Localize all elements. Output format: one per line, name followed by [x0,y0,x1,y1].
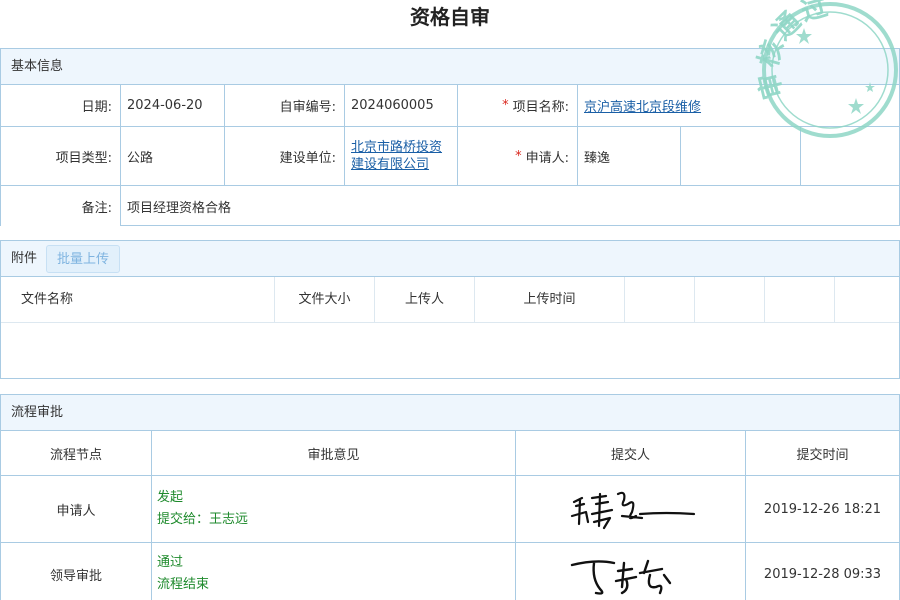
builder-label: 建设单位: [225,127,345,185]
basic-info-row-1: 日期: 2024-06-20 自审编号: 2024060005 * 项目名称: … [1,85,899,127]
date-label: 日期: [1,85,121,126]
project-name-cell: 京沪高速北京段维修 [578,85,778,126]
builder-link[interactable]: 北京市路桥投资建设有限公司 [351,139,451,173]
signature-image-2 [570,559,671,595]
required-mark: * [515,148,522,164]
submit-time: 2019-12-28 09:33 [763,566,882,582]
flow-node: 领导审批 [1,543,152,600]
opinion-line: 提交给：王志远 [157,512,249,527]
col-upload-time: 上传时间 [475,277,625,323]
code-value: 2024060005 [345,85,458,126]
remark-label: 备注: [1,186,121,226]
attachments-title: 附件 [11,251,38,266]
col-file-size: 文件大小 [275,277,375,323]
project-type-label: 项目类型: [1,127,121,185]
empty-cell [681,127,801,185]
attachments-header: 附件 [1,241,899,277]
page-title: 资格自审 [410,5,490,29]
col-empty-3 [765,277,835,323]
signature-image-1 [570,491,695,530]
approval-flow-header: 流程审批 [1,395,899,431]
project-name-label-text: 项目名称: [512,100,569,115]
applicant-value: 臻逸 [578,127,681,185]
basic-info-header: 基本信息 [1,49,899,85]
table-row: 领导审批 通过 流程结束 2019-12-28 09:33 [1,543,899,600]
attachments-table-header: 文件名称 文件大小 上传人 上传时间 [1,277,899,323]
approval-flow-section: 流程审批 流程节点 审批意见 提交人 提交时间 申请人 发起 提交给：王志远 2 [0,394,900,600]
col-opinion: 审批意见 [152,431,516,475]
project-name-link[interactable]: 京沪高速北京段维修 [584,96,701,115]
col-flow-node: 流程节点 [1,431,152,475]
flow-table-header: 流程节点 审批意见 提交人 提交时间 [1,431,899,476]
col-submitter: 提交人 [516,431,746,475]
basic-info-row-3: 备注: 项目经理资格合格 [1,186,899,226]
submitter-signature [516,543,746,600]
basic-info-section: 基本信息 日期: 2024-06-20 自审编号: 2024060005 * 项… [0,48,900,226]
date-value: 2024-06-20 [121,85,225,126]
project-name-label: * 项目名称: [458,85,578,126]
col-submit-time: 提交时间 [796,447,849,463]
col-file-name: 文件名称 [1,277,275,323]
attachments-section: 附件 批量上传 文件名称 文件大小 上传人 上传时间 [0,240,900,379]
opinion-line: 通过 [157,555,184,570]
submitter-signature [516,476,746,542]
opinion-line: 发起 [157,490,184,505]
remark-value: 项目经理资格合格 [127,200,232,216]
submit-time: 2019-12-26 18:21 [763,501,882,517]
col-empty-2 [695,277,765,323]
code-label: 自审编号: [225,85,345,126]
col-uploader: 上传人 [375,277,475,323]
basic-info-row-2: 项目类型: 公路 建设单位: 北京市路桥投资建设有限公司 * 申请人: 臻逸 [1,127,899,186]
opinion-cell: 发起 提交给：王志远 [152,476,516,542]
batch-upload-button[interactable]: 批量上传 [46,245,121,273]
table-row: 申请人 发起 提交给：王志远 2019-12-26 18:21 [1,476,899,543]
opinion-line: 流程结束 [157,577,210,592]
applicant-label-text: 申请人: [525,150,569,166]
col-empty-1 [625,277,695,323]
builder-cell: 北京市路桥投资建设有限公司 [345,127,458,185]
project-type-value: 公路 [121,127,225,185]
applicant-label: * 申请人: [458,127,578,185]
flow-node: 申请人 [1,476,152,542]
required-mark: * [502,98,509,113]
opinion-cell: 通过 流程结束 [152,543,516,600]
